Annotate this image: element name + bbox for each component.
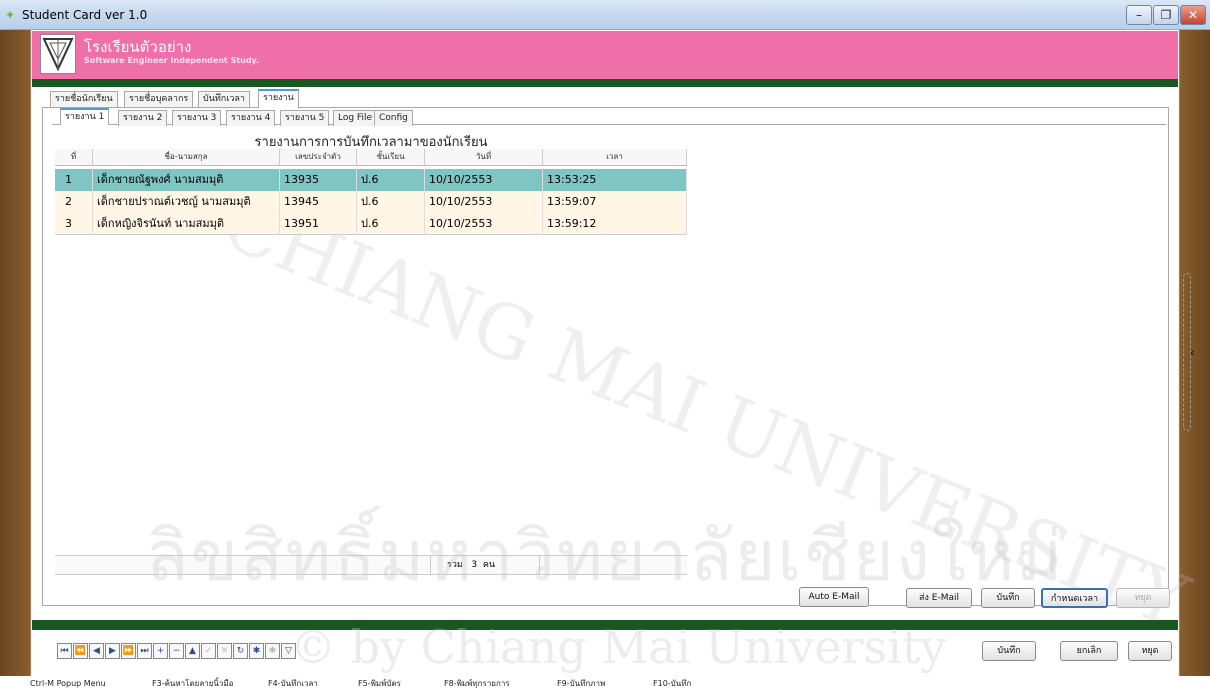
chevron-left-icon[interactable]: ‹ xyxy=(1190,346,1194,359)
auto-email-button[interactable]: Auto E-Mail xyxy=(799,587,869,607)
cell-name: เด็กชายปราณต์เวชญ์ นามสมมุติ xyxy=(93,191,280,213)
refresh-icon[interactable]: ↻ xyxy=(233,643,248,659)
column-header-no[interactable]: ที่ xyxy=(55,149,93,166)
school-subtitle: Software Engineer Independent Study. xyxy=(84,56,260,65)
column-header-time[interactable]: เวลา xyxy=(543,149,687,166)
bottom-cancel-button[interactable]: ยกเลิก xyxy=(1060,641,1118,661)
footer-divider xyxy=(32,620,1178,630)
post-edit-icon[interactable]: ✓ xyxy=(201,643,216,659)
edit-record-icon[interactable]: ▲ xyxy=(185,643,200,659)
last-record-icon[interactable]: ⏭ xyxy=(137,643,152,659)
status-f3: F3-ค้นหาโดยลายนิ้วมือ xyxy=(152,679,234,688)
header-divider xyxy=(32,79,1178,87)
cell-time: 13:59:07 xyxy=(543,191,687,213)
insert-record-icon[interactable]: + xyxy=(153,643,168,659)
total-summary: รวม 3 คน xyxy=(430,555,540,575)
status-f9: F9-บันทึกภาพ xyxy=(557,679,606,688)
next-record-icon[interactable]: ▶ xyxy=(105,643,120,659)
cell-date: 10/10/2553 xyxy=(425,169,543,191)
school-logo-icon xyxy=(40,34,76,74)
cell-no: 3 xyxy=(55,213,93,235)
table-row[interactable]: 3 เด็กหญิงจิรนันท์ นามสมมุติ 13951 ป.6 1… xyxy=(55,213,687,235)
filter-icon[interactable]: ▽ xyxy=(281,643,296,659)
tab-time-record[interactable]: บันทึกเวลา xyxy=(198,91,250,107)
total-label: รวม xyxy=(447,560,463,570)
cell-name: เด็กหญิงจิรนันท์ นามสมมุติ xyxy=(93,213,280,235)
column-header-id[interactable]: เลขประจำตัว xyxy=(280,149,357,166)
maximize-button[interactable]: ❐ xyxy=(1153,5,1179,25)
cell-no: 1 xyxy=(55,169,93,191)
tab-report-3[interactable]: รายงาน 3 xyxy=(172,110,222,126)
cell-id: 13951 xyxy=(280,213,357,235)
cell-class: ป.6 xyxy=(357,169,425,191)
tab-config[interactable]: Config xyxy=(374,110,413,126)
tab-report-5[interactable]: รายงาน 5 xyxy=(280,110,330,126)
goto-bookmark-icon[interactable]: ✱ xyxy=(265,643,280,659)
delete-record-icon[interactable]: − xyxy=(169,643,184,659)
close-button[interactable]: ✕ xyxy=(1180,5,1206,25)
school-banner xyxy=(32,31,1178,79)
cell-id: 13935 xyxy=(280,169,357,191)
title-bar: ✦ Student Card ver 1.0 – ❐ ✕ xyxy=(0,0,1210,30)
first-record-icon[interactable]: ⏮ xyxy=(57,643,72,659)
status-f5: F5-พิมพ์บัตร xyxy=(358,679,401,688)
column-header-class[interactable]: ชั้นเรียน xyxy=(357,149,425,166)
cell-date: 10/10/2553 xyxy=(425,213,543,235)
set-time-button[interactable]: กำหนดเวลา xyxy=(1041,588,1108,608)
send-email-button[interactable]: ส่ง E-Mail xyxy=(906,588,972,608)
window-title: Student Card ver 1.0 xyxy=(22,8,148,22)
tab-report-1[interactable]: รายงาน 1 xyxy=(60,108,110,125)
cancel-edit-icon[interactable]: ✕ xyxy=(217,643,232,659)
app-icon: ✦ xyxy=(5,8,16,22)
bottom-stop-button[interactable]: หยุด xyxy=(1128,641,1172,661)
tab-staff-list[interactable]: รายชื่อบุคลากร xyxy=(124,91,194,107)
cell-time: 13:59:12 xyxy=(543,213,687,235)
status-f4: F4-บันทึกเวลา xyxy=(268,679,318,688)
cell-no: 2 xyxy=(55,191,93,213)
status-popup-menu: Ctrl-M Popup Menu xyxy=(30,679,106,688)
bookmark-icon[interactable]: ✱ xyxy=(249,643,264,659)
bottom-save-button[interactable]: บันทึก xyxy=(982,641,1036,661)
record-navigator: ⏮ ⏪ ◀ ▶ ⏩ ⏭ + − ▲ ✓ ✕ ↻ ✱ ✱ ▽ xyxy=(57,643,296,659)
tab-log-file[interactable]: Log File xyxy=(333,110,377,126)
minimize-button[interactable]: – xyxy=(1126,5,1152,25)
tab-report-4[interactable]: รายงาน 4 xyxy=(226,110,276,126)
column-header-date[interactable]: วันที่ xyxy=(425,149,543,166)
total-count: 3 xyxy=(471,560,478,570)
tab-report[interactable]: รายงาน xyxy=(258,89,299,108)
prior-page-icon[interactable]: ⏪ xyxy=(73,643,88,659)
cell-class: ป.6 xyxy=(357,213,425,235)
cell-class: ป.6 xyxy=(357,191,425,213)
total-unit: คน xyxy=(482,560,496,570)
column-header-name[interactable]: ชื่อ-นามสกุล xyxy=(93,149,280,166)
status-bar: Ctrl-M Popup Menu F3-ค้นหาโดยลายนิ้วมือ … xyxy=(0,676,1210,691)
tab-student-list[interactable]: รายชื่อนักเรียน xyxy=(50,91,118,107)
status-f10: F10-บันทึก xyxy=(653,679,692,688)
tab-report-2[interactable]: รายงาน 2 xyxy=(118,110,168,126)
cell-id: 13945 xyxy=(280,191,357,213)
prior-record-icon[interactable]: ◀ xyxy=(89,643,104,659)
cell-name: เด็กชายณัฐพงศ์ นามสมมุติ xyxy=(93,169,280,191)
cell-time: 13:53:25 xyxy=(543,169,687,191)
next-page-icon[interactable]: ⏩ xyxy=(121,643,136,659)
save-button[interactable]: บันทึก xyxy=(981,588,1035,608)
cell-date: 10/10/2553 xyxy=(425,191,543,213)
status-f8: F8-พิมพ์ทุกรายการ xyxy=(444,679,510,688)
table-row[interactable]: 2 เด็กชายปราณต์เวชญ์ นามสมมุติ 13945 ป.6… xyxy=(55,191,687,213)
table-row[interactable]: 1 เด็กชายณัฐพงศ์ นามสมมุติ 13935 ป.6 10/… xyxy=(55,169,687,191)
total-bar xyxy=(55,555,687,575)
stop-button[interactable]: หยุด xyxy=(1116,588,1170,608)
